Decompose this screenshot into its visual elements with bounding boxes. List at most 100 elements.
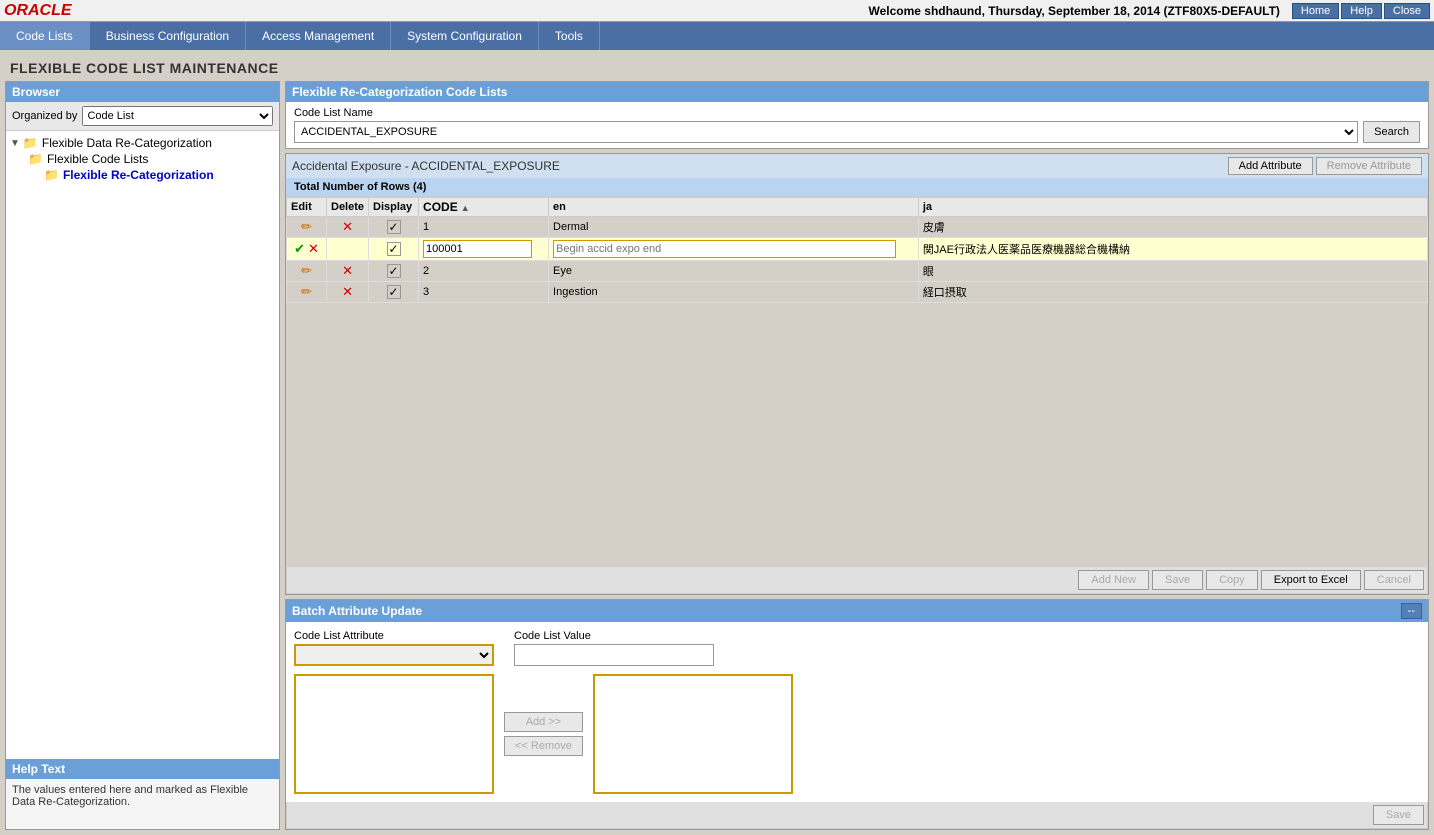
en-input[interactable] <box>553 240 896 258</box>
ja-cell-editing: 関JAE行政法人医薬品医療機器総合機構納 <box>918 238 1427 261</box>
tab-access-management[interactable]: Access Management <box>246 22 391 50</box>
copy-button[interactable]: Copy <box>1206 570 1258 590</box>
organized-by-row: Organized by Code List <box>6 102 279 131</box>
delete-icon[interactable]: ✕ <box>342 263 353 278</box>
batch-section: Batch Attribute Update -- Code List Attr… <box>285 599 1429 830</box>
save-row-icon[interactable]: ✔ <box>294 241 305 256</box>
code-list-attribute-field: Code List Attribute <box>294 630 494 666</box>
display-checkbox[interactable]: ✓ <box>387 264 401 278</box>
cancel-row-icon[interactable]: ✕ <box>308 241 319 256</box>
tab-code-lists[interactable]: Code Lists <box>0 22 90 50</box>
rows-header: Total Number of Rows (4) <box>286 178 1428 197</box>
display-checkbox[interactable]: ✓ <box>387 285 401 299</box>
right-panel: Flexible Re-Categorization Code Lists Co… <box>285 81 1429 830</box>
batch-top-row: Code List Attribute Code List Value <box>294 630 1420 666</box>
table-row-editing: ✔ ✕ ✓ 関JAE行政法人医薬品医療機器総合機構納 <box>287 238 1428 261</box>
sidebar: Browser Organized by Code List ▼ 📁 Flexi… <box>5 81 280 830</box>
sort-icon: ▲ <box>461 203 470 213</box>
help-text-header: Help Text <box>6 759 279 779</box>
code-cell: 3 <box>419 282 549 303</box>
tree-item-label: Flexible Re-Categorization <box>63 168 214 182</box>
save-table-button[interactable]: Save <box>1152 570 1203 590</box>
transfer-buttons: Add >> << Remove <box>504 712 583 756</box>
tree-item-flexible-data-recategorization[interactable]: ▼ 📁 Flexible Data Re-Categorization <box>10 135 275 151</box>
table-row: ✏ ✕ ✓ 2 Eye 眼 <box>287 261 1428 282</box>
home-button[interactable]: Home <box>1292 3 1339 19</box>
exposure-title: Accidental Exposure - ACCIDENTAL_EXPOSUR… <box>292 159 560 173</box>
tree-item-label: Flexible Code Lists <box>47 152 148 166</box>
display-checkbox[interactable]: ✓ <box>387 220 401 234</box>
folder-icon: 📁 <box>23 136 38 150</box>
col-display: Display <box>369 198 419 217</box>
code-list-attribute-label: Code List Attribute <box>294 630 494 642</box>
code-list-value-input[interactable] <box>514 644 714 666</box>
table-row: ✏ ✕ ✓ 3 Ingestion 経口摂取 <box>287 282 1428 303</box>
add-new-button[interactable]: Add New <box>1078 570 1149 590</box>
batch-save-row: Save <box>286 802 1428 829</box>
close-button[interactable]: Close <box>1384 3 1430 19</box>
source-transfer-box[interactable] <box>294 674 494 794</box>
batch-transfer-row: Add >> << Remove <box>294 674 1420 794</box>
col-en: en <box>549 198 919 217</box>
sidebar-header: Browser <box>6 82 279 102</box>
export-excel-button[interactable]: Export to Excel <box>1261 570 1361 590</box>
code-input[interactable] <box>423 240 532 258</box>
batch-save-button[interactable]: Save <box>1373 805 1424 825</box>
target-transfer-box[interactable] <box>593 674 793 794</box>
code-list-name-area: Code List Name ACCIDENTAL_EXPOSURE Searc… <box>286 102 1428 148</box>
nav-bar: Code Lists Business Configuration Access… <box>0 22 1434 50</box>
ja-cell: 眼 <box>918 261 1427 282</box>
edit-icon[interactable]: ✏ <box>301 284 312 299</box>
tab-system-configuration[interactable]: System Configuration <box>391 22 539 50</box>
data-table-wrapper: Edit Delete Display CODE ▲ en ja <box>286 197 1428 567</box>
code-cell: 1 <box>419 217 549 238</box>
col-edit: Edit <box>287 198 327 217</box>
add-transfer-button[interactable]: Add >> <box>504 712 583 732</box>
tab-tools[interactable]: Tools <box>539 22 600 50</box>
flexible-recat-header: Flexible Re-Categorization Code Lists <box>286 82 1428 102</box>
help-text-content: The values entered here and marked as Fl… <box>6 779 279 829</box>
display-checkbox[interactable]: ✓ <box>387 242 401 256</box>
code-list-dropdown[interactable]: ACCIDENTAL_EXPOSURE <box>294 121 1358 143</box>
table-body: ✏ ✕ ✓ 1 Dermal 皮膚 ✔ ✕ <box>287 217 1428 303</box>
tree-toggle-icon[interactable]: ▼ <box>10 138 20 149</box>
top-right-area: Welcome shdhaund, Thursday, September 18… <box>868 3 1430 19</box>
edit-icon[interactable]: ✏ <box>301 263 312 278</box>
tab-business-configuration[interactable]: Business Configuration <box>90 22 246 50</box>
organized-by-select[interactable]: Code List <box>82 106 273 126</box>
remove-attribute-button[interactable]: Remove Attribute <box>1316 157 1422 175</box>
batch-collapse-button[interactable]: -- <box>1401 603 1422 619</box>
oracle-logo: ORACLE <box>4 2 72 20</box>
en-cell: Eye <box>549 261 919 282</box>
delete-icon[interactable]: ✕ <box>342 284 353 299</box>
page-title: FLEXIBLE CODE LIST MAINTENANCE <box>0 50 1434 81</box>
code-list-name-row: ACCIDENTAL_EXPOSURE Search <box>294 121 1420 143</box>
cancel-button[interactable]: Cancel <box>1364 570 1424 590</box>
tree-item-flexible-recategorization[interactable]: 📁 Flexible Re-Categorization <box>42 167 275 183</box>
tree-item-label: Flexible Data Re-Categorization <box>42 136 212 150</box>
data-table: Edit Delete Display CODE ▲ en ja <box>286 197 1428 303</box>
tree-area: ▼ 📁 Flexible Data Re-Categorization 📁 Fl… <box>6 131 279 759</box>
bottom-buttons: Add New Save Copy Export to Excel Cancel <box>286 567 1428 594</box>
exposure-buttons: Add Attribute Remove Attribute <box>1228 157 1422 175</box>
table-row: ✏ ✕ ✓ 1 Dermal 皮膚 <box>287 217 1428 238</box>
col-code: CODE ▲ <box>419 198 549 217</box>
help-button[interactable]: Help <box>1341 3 1382 19</box>
en-cell: Ingestion <box>549 282 919 303</box>
remove-transfer-button[interactable]: << Remove <box>504 736 583 756</box>
welcome-text: Welcome shdhaund, Thursday, September 18… <box>868 4 1279 18</box>
batch-content: Code List Attribute Code List Value Add … <box>286 622 1428 802</box>
delete-icon[interactable]: ✕ <box>342 219 353 234</box>
code-list-attribute-select[interactable] <box>294 644 494 666</box>
code-list-value-field: Code List Value <box>514 630 714 666</box>
ja-cell: 皮膚 <box>918 217 1427 238</box>
tree-item-flexible-code-lists[interactable]: 📁 Flexible Code Lists <box>26 151 275 167</box>
col-ja: ja <box>918 198 1427 217</box>
code-list-name-label: Code List Name <box>294 107 1420 119</box>
folder-icon: 📁 <box>28 152 43 166</box>
add-attribute-button[interactable]: Add Attribute <box>1228 157 1313 175</box>
code-cell: 2 <box>419 261 549 282</box>
search-button[interactable]: Search <box>1363 121 1420 143</box>
top-bar: ORACLE Welcome shdhaund, Thursday, Septe… <box>0 0 1434 22</box>
edit-icon[interactable]: ✏ <box>301 219 312 234</box>
